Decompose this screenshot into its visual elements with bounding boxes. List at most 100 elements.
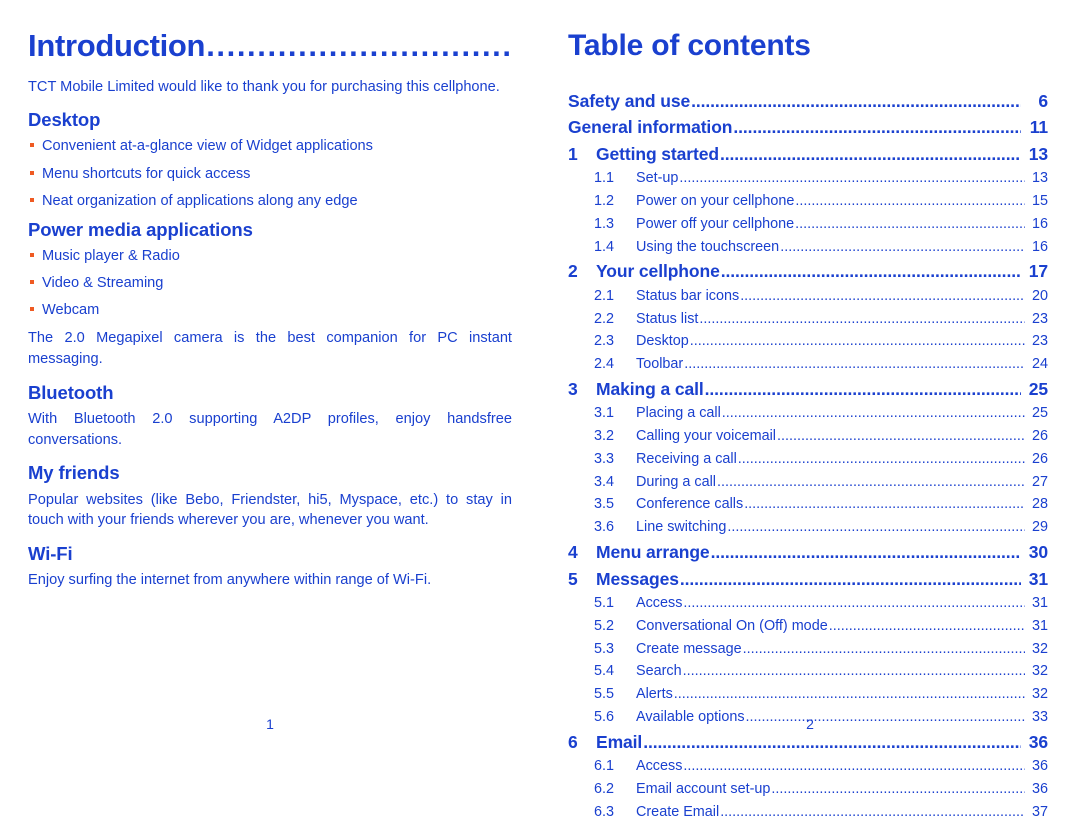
toc-entry-page-number: 36 <box>1031 781 1048 797</box>
toc-entry[interactable]: 6.3 Create Email ........................… <box>568 801 1048 824</box>
toc-leader-dots: ........................................… <box>737 450 1025 467</box>
toc-leader-dots: ........................................… <box>683 595 1025 612</box>
toc-leader-dots: ........................................… <box>704 378 1021 399</box>
section-heading: My friends <box>28 462 120 484</box>
toc-leader-dots: ........................................… <box>720 261 1021 282</box>
toc-entry[interactable]: 5.4 Search...............................… <box>568 660 1048 683</box>
toc-entry[interactable]: Safety and use..........................… <box>568 88 1048 115</box>
toc-entry[interactable]: 5.3 Create message.......................… <box>568 638 1048 661</box>
page-number-right: 2 <box>806 716 814 732</box>
toc-entry-page-number: 6 <box>1038 90 1048 111</box>
toc-leader-dots: ........................................… <box>740 287 1025 304</box>
toc-entry[interactable]: 1.3 Power off your cellphone.............… <box>568 213 1048 236</box>
toc-entry-number: 5.5 <box>594 686 615 703</box>
toc-entry-page-number: 32 <box>1031 663 1048 680</box>
toc-entry-label: Messages <box>596 568 679 589</box>
toc-entry[interactable]: 3.5 Conference calls ....................… <box>568 493 1048 516</box>
toc-entry-number: 2.3 <box>594 333 615 350</box>
toc-entry-page-number: 23 <box>1031 333 1048 350</box>
toc-entry-label: Calling your voicemail <box>636 428 776 445</box>
toc-leader-dots: ........................................… <box>744 496 1025 513</box>
toc-entry-label: Getting started <box>596 143 719 164</box>
toc-entry-page-number: 37 <box>1031 803 1048 820</box>
bullet-square-icon <box>30 280 34 285</box>
toc-entry-label: Safety and use <box>568 90 691 111</box>
toc-entry[interactable]: 5.5 Alerts...............................… <box>568 683 1048 706</box>
toc-entry-number: 3.4 <box>594 473 615 490</box>
section-heading: Power media applications <box>28 218 253 240</box>
toc-entry-number: 1 <box>568 143 578 164</box>
toc-entry-page-number: 11 <box>1029 117 1048 138</box>
section-heading: Bluetooth <box>28 381 114 403</box>
toc-entry[interactable]: 4 Menu arrange ..........................… <box>568 539 1048 566</box>
toc-entry-number: 6.2 <box>594 781 615 797</box>
toc-list: Safety and use..........................… <box>568 88 1048 824</box>
toc-leader-dots: ........................................… <box>742 640 1025 657</box>
toc-title: Table of contents <box>568 29 811 62</box>
toc-entry-label: Using the touchscreen <box>636 238 780 255</box>
toc-entry-page-number: 33 <box>1031 708 1048 725</box>
toc-entry-page-number: 28 <box>1031 496 1048 513</box>
toc-entry-number: 3.1 <box>594 405 615 422</box>
toc-entry[interactable]: 1.1 Set-up ..............................… <box>568 167 1048 190</box>
toc-entry-number: 3.5 <box>594 496 615 513</box>
toc-entry-page-number: 32 <box>1031 686 1048 703</box>
feature-bullet-text: Convenient at-a-glance view of Widget ap… <box>42 138 373 155</box>
toc-entry[interactable]: 6 Email..................................… <box>568 729 1048 756</box>
toc-entry-label: Access <box>636 595 683 612</box>
page-title: Introduction............................… <box>28 30 512 63</box>
intro-section: Bluetooth With Bluetooth 2.0 supporting A… <box>28 382 512 451</box>
toc-entry-label: During a call <box>636 473 716 490</box>
toc-entry[interactable]: 2 Your cellphone ........................… <box>568 258 1048 285</box>
table-of-contents-column: Table of contents Safety and use........… <box>568 30 1048 824</box>
bullet-square-icon <box>30 307 34 312</box>
intro-section: Desktop Convenient at-a-glance view of Wi… <box>28 109 512 211</box>
document-page: Introduction............................… <box>0 0 1080 820</box>
toc-entry-page-number: 17 <box>1028 261 1048 282</box>
toc-leader-dots: ........................................… <box>699 310 1025 327</box>
toc-entry[interactable]: 1 Getting started........................… <box>568 141 1048 168</box>
toc-entry[interactable]: 5.2 Conversational On (Off) mode ........… <box>568 615 1048 638</box>
toc-leader-dots: ........................................… <box>780 238 1025 255</box>
toc-entry[interactable]: 2.3 Desktop .............................… <box>568 330 1048 353</box>
toc-entry-page-number: 16 <box>1031 238 1048 255</box>
toc-entry[interactable]: 5 Messages ..............................… <box>568 566 1048 593</box>
feature-bullet-list: Music player & Radio Video & Streaming Web… <box>28 246 512 320</box>
toc-entry[interactable]: 5.1 Access ..............................… <box>568 592 1048 615</box>
toc-entry-number: 1.4 <box>594 238 615 255</box>
toc-entry-page-number: 31 <box>1028 568 1048 589</box>
toc-entry[interactable]: 3.6 Line switching.......................… <box>568 516 1048 539</box>
feature-bullet-item: Menu shortcuts for quick access <box>28 164 512 184</box>
toc-entry[interactable]: 2.1 Status bar icons ....................… <box>568 285 1048 308</box>
introduction-sections: Desktop Convenient at-a-glance view of Wi… <box>28 109 512 591</box>
toc-entry-number: 5.6 <box>594 708 615 725</box>
toc-entry[interactable]: 1.2 Power on your cellphone..............… <box>568 190 1048 213</box>
toc-entry-page-number: 15 <box>1031 193 1048 210</box>
toc-entry-number: 1.1 <box>594 170 615 187</box>
bullet-square-icon <box>30 143 34 148</box>
toc-entry-page-number: 25 <box>1028 378 1048 399</box>
toc-entry[interactable]: 2.4 Toolbar .............................… <box>568 353 1048 376</box>
toc-entry[interactable]: 1.4 Using the touchscreen ...............… <box>568 236 1048 259</box>
toc-entry-number: 3.6 <box>594 519 615 536</box>
feature-bullet-item: Webcam <box>28 300 512 320</box>
toc-leader-dots: ........................................… <box>727 519 1025 536</box>
toc-entry-label: Line switching <box>636 519 727 536</box>
toc-entry[interactable]: 3 Making a call..........................… <box>568 376 1048 403</box>
toc-entry[interactable]: 2.2 Status list..........................… <box>568 308 1048 331</box>
toc-leader-dots: ........................................… <box>689 333 1025 350</box>
toc-entry-number: 5.1 <box>594 595 615 612</box>
toc-entry-label: Toolbar <box>636 356 684 373</box>
toc-entry[interactable]: 3.1 Placing a call.......................… <box>568 402 1048 425</box>
toc-entry-number: 6 <box>568 731 578 752</box>
page-title-text: Introduction <box>28 30 206 63</box>
toc-entry[interactable]: 3.3 Receiving a call.....................… <box>568 448 1048 471</box>
toc-entry[interactable]: 3.2 Calling your voicemail ..............… <box>568 425 1048 448</box>
toc-entry-page-number: 26 <box>1031 428 1048 445</box>
toc-entry[interactable]: 6.2 Email account set-up.................… <box>568 778 1048 801</box>
bullet-square-icon <box>30 197 34 202</box>
toc-entry-number: 4 <box>568 541 578 562</box>
toc-entry-number: 5 <box>568 568 578 589</box>
toc-entry[interactable]: 3.4 During a call .......................… <box>568 471 1048 494</box>
toc-entry[interactable]: General information ....................… <box>568 114 1048 141</box>
